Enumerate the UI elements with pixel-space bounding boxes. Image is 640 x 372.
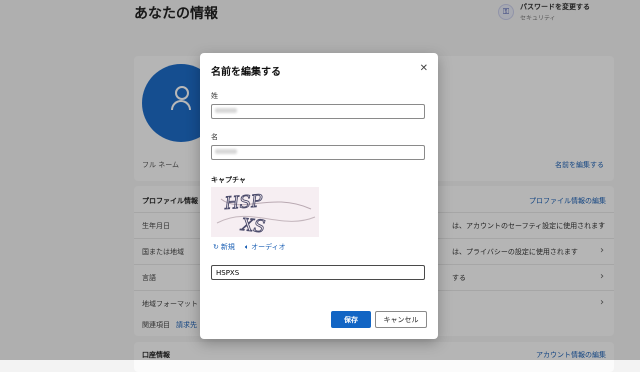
captcha-input[interactable]: [211, 265, 425, 280]
svg-text:HSP: HSP: [223, 191, 264, 214]
last-name-input[interactable]: [211, 104, 425, 119]
close-icon[interactable]: ✕: [420, 63, 428, 74]
audio-captcha-label: オーディオ: [251, 243, 286, 251]
cancel-button[interactable]: キャンセル: [375, 311, 427, 328]
first-name-label: 名: [211, 133, 218, 141]
edit-name-dialog: 名前を編集する ✕ 姓 名 キャプチャ HSP XS ↻新規 🔈︎オーディオ 保…: [200, 53, 438, 339]
redacted-text: [215, 108, 237, 113]
first-name-input[interactable]: [211, 145, 425, 160]
save-button[interactable]: 保存: [331, 311, 371, 328]
refresh-icon: ↻: [213, 243, 219, 251]
captcha-image: HSP XS: [211, 187, 319, 238]
captcha-actions: ↻ 新規 🔈︎ オーディオ: [213, 242, 286, 252]
captcha-refresh-button[interactable]: ↻ 新規: [213, 242, 235, 252]
new-captcha-label: 新規: [220, 243, 235, 251]
captcha-audio-button[interactable]: 🔈︎ オーディオ: [245, 242, 286, 252]
captcha-label: キャプチャ: [211, 176, 246, 184]
redacted-text: [215, 149, 237, 154]
last-name-label: 姓: [211, 92, 218, 100]
svg-text:XS: XS: [238, 215, 266, 237]
dialog-title: 名前を編集する: [211, 67, 281, 78]
speaker-icon: 🔈︎: [244, 242, 250, 251]
